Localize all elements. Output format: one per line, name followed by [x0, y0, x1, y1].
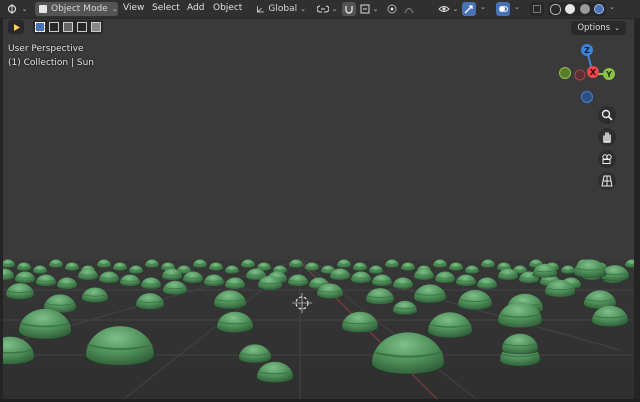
editor-type-icon — [7, 4, 16, 14]
snap-target-dropdown[interactable]: ⌄ — [358, 2, 380, 16]
falloff-button[interactable] — [402, 2, 416, 16]
proportional-edit-toggle[interactable] — [385, 2, 399, 16]
hand-pan-icon — [603, 132, 611, 143]
overlay-icon — [499, 6, 508, 12]
mode-label: Object Mode — [51, 4, 108, 14]
gizmo-arrow-icon — [464, 5, 473, 14]
zoom-button[interactable] — [598, 106, 616, 124]
play-arrow-icon — [13, 23, 20, 31]
x-axis-handle[interactable]: X — [587, 66, 599, 78]
tool-settings-row — [0, 19, 120, 36]
select-invert-icon[interactable] — [77, 22, 87, 32]
camera-view-button[interactable] — [598, 150, 616, 168]
options-label: Options — [577, 23, 611, 33]
wireframe-shading-icon[interactable] — [550, 3, 562, 15]
collection-info: (1) Collection | Sun — [8, 58, 95, 68]
select-subtract-icon[interactable] — [63, 22, 73, 32]
grid-view-icon — [601, 175, 613, 187]
rendered-shading-icon[interactable] — [593, 4, 604, 14]
svg-text:Y: Y — [605, 70, 612, 79]
neg-y-handle[interactable] — [559, 67, 571, 79]
zoom-icon — [601, 109, 613, 121]
select-extend-icon[interactable] — [49, 22, 59, 32]
options-dropdown[interactable]: Options ⌄ — [571, 21, 626, 35]
z-axis-handle[interactable]: Z — [581, 44, 593, 56]
menu-select[interactable]: Select — [152, 3, 180, 13]
object-mode-icon — [39, 5, 47, 13]
select-new-icon[interactable] — [35, 22, 45, 32]
snap-toggle[interactable] — [342, 2, 356, 16]
select-intersect-icon[interactable] — [91, 22, 101, 32]
orientation-icon — [256, 5, 264, 12]
tool-toggle[interactable] — [8, 20, 24, 34]
magnet-icon — [345, 6, 353, 14]
viewport-header: ⌄ Object Mode ⌄ View Select Add Object G… — [0, 0, 640, 19]
perspective-toggle-button[interactable] — [598, 172, 616, 190]
right-edge — [634, 18, 640, 402]
neg-z-handle[interactable] — [581, 91, 593, 103]
orientation-dropdown[interactable]: Global ⌄ — [256, 2, 306, 16]
y-axis-handle[interactable]: Y — [603, 68, 615, 80]
neg-x-handle[interactable] — [574, 69, 586, 81]
pivot-dropdown[interactable]: ⌄ — [316, 2, 338, 16]
xray-icon — [533, 5, 541, 13]
menu-object[interactable]: Object — [213, 3, 242, 13]
falloff-icon — [404, 8, 414, 14]
overlay-dropdown-chevron[interactable]: ⌄ — [514, 3, 520, 11]
view-name: User Perspective — [8, 44, 84, 54]
editor-type-button[interactable]: ⌄ — [6, 2, 28, 16]
eye-icon — [437, 6, 450, 12]
visibility-dropdown[interactable]: ⌄ — [436, 2, 460, 16]
scene-canvas — [0, 0, 640, 402]
material-shading-icon[interactable] — [579, 4, 590, 14]
link-icon — [316, 5, 329, 13]
shading-mode-group — [548, 2, 606, 16]
orientation-label: Global — [268, 4, 298, 14]
mode-dropdown[interactable]: Object Mode ⌄ — [35, 2, 118, 16]
solid-shading-icon[interactable] — [565, 4, 576, 14]
menu-view[interactable]: View — [123, 3, 144, 13]
svg-text:X: X — [590, 68, 597, 77]
left-edge — [0, 18, 3, 402]
navigation-gizmo[interactable]: Z X Y — [550, 38, 630, 108]
shading-dropdown-chevron[interactable]: ⌄ — [609, 3, 615, 11]
menu-add[interactable]: Add — [187, 3, 204, 13]
xray-toggle[interactable] — [530, 2, 544, 16]
3d-viewport[interactable] — [0, 0, 640, 402]
overlay-toggle[interactable] — [496, 2, 510, 16]
proportional-edit-icon — [387, 4, 397, 14]
gizmo-dropdown-chevron[interactable]: ⌄ — [480, 3, 486, 11]
gizmo-toggle[interactable] — [462, 2, 476, 16]
camera-view-icon — [602, 154, 612, 164]
snap-target-icon — [360, 4, 370, 14]
pan-button[interactable] — [598, 128, 616, 146]
select-mode-group — [33, 20, 103, 34]
svg-text:Z: Z — [584, 46, 590, 55]
